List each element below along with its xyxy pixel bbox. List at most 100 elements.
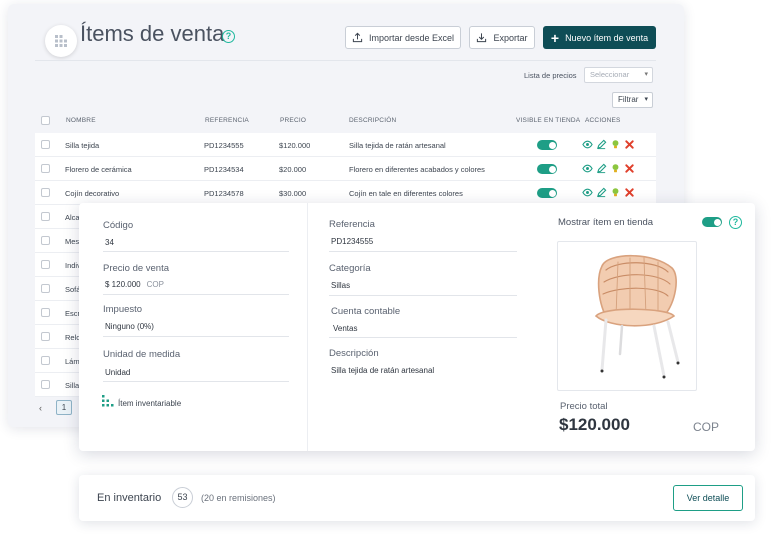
row-checkbox[interactable]	[41, 356, 50, 365]
cell-name: Florero de cerámica	[65, 165, 132, 174]
unit-value[interactable]: Unidad	[105, 368, 130, 377]
account-value[interactable]: Ventas	[333, 324, 357, 333]
column-divider	[307, 203, 308, 451]
account-label: Cuenta contable	[331, 306, 401, 317]
price-currency: COP	[146, 280, 164, 289]
inventory-bar: En inventario 53 (20 en remisiones) Ver …	[79, 475, 755, 521]
category-value[interactable]: Sillas	[331, 281, 350, 290]
row-actions	[582, 187, 635, 198]
filter-label: Filtrar	[618, 95, 639, 104]
field-underline	[103, 251, 289, 252]
visible-toggle[interactable]	[537, 140, 557, 150]
cell-name: Cojín decorativo	[65, 189, 120, 198]
price-list-label: Lista de precios	[524, 71, 577, 80]
cell-name: Alca	[65, 213, 80, 222]
show-in-store-toggle[interactable]	[702, 217, 722, 227]
edit-icon[interactable]	[596, 139, 607, 150]
visible-toggle[interactable]	[537, 164, 557, 174]
download-icon	[477, 33, 487, 43]
table-row[interactable]: Florero de cerámica PD1234534 $20.000 Flore…	[35, 157, 656, 181]
field-underline	[103, 294, 289, 295]
export-button[interactable]: Exportar	[469, 26, 535, 49]
cell-name: Silla tejida	[65, 141, 100, 150]
delete-icon[interactable]	[624, 139, 635, 150]
cell-description: Silla tejida de ratán artesanal	[349, 141, 446, 150]
cell-reference: PD1234534	[204, 165, 244, 174]
row-checkbox[interactable]	[41, 260, 50, 269]
product-image	[557, 241, 697, 391]
table-header: NOMBRE REFERENCIA PRECIO DESCRIPCIÓN VIS…	[35, 111, 656, 131]
cell-name: Silla	[65, 381, 80, 390]
new-item-label: Nuevo ítem de venta	[565, 32, 649, 43]
header-divider	[35, 60, 656, 61]
upload-icon	[352, 32, 363, 43]
import-excel-button[interactable]: Importar desde Excel	[345, 26, 461, 49]
tax-label: Impuesto	[103, 304, 143, 315]
help-icon[interactable]: ?	[729, 216, 742, 229]
inventory-remissions: (20 en remisiones)	[201, 493, 276, 503]
code-value[interactable]: 34	[105, 238, 114, 247]
cell-reference: PD1234555	[204, 141, 244, 150]
price-field[interactable]: $ 120.000 COP	[105, 280, 164, 289]
chevron-down-icon: ▾	[644, 96, 648, 103]
view-icon[interactable]	[582, 139, 593, 150]
cell-price: $120.000	[279, 141, 311, 150]
select-all-checkbox[interactable]	[41, 116, 50, 125]
page-number[interactable]: 1	[56, 400, 72, 415]
total-price-value: $120.000	[559, 415, 630, 434]
field-underline	[329, 295, 517, 296]
cell-price: $30.000	[279, 189, 307, 198]
reference-label: Referencia	[329, 219, 375, 230]
price-label: Precio de venta	[103, 263, 170, 274]
header-description: DESCRIPCIÓN	[349, 117, 397, 124]
filter-button[interactable]: Filtrar ▾	[612, 92, 653, 108]
row-checkbox[interactable]	[41, 188, 50, 197]
delete-icon[interactable]	[624, 163, 635, 174]
tax-value[interactable]: Ninguno (0%)	[105, 322, 154, 331]
field-underline	[329, 337, 517, 338]
inventory-label: En inventario	[97, 492, 162, 504]
row-checkbox[interactable]	[41, 284, 50, 293]
chevron-down-icon: ▾	[644, 71, 648, 78]
edit-icon[interactable]	[596, 163, 607, 174]
row-actions	[582, 139, 635, 150]
help-icon[interactable]: ?	[222, 30, 235, 43]
row-checkbox[interactable]	[41, 308, 50, 317]
price-list-select[interactable]: Seleccionar ▾	[584, 67, 653, 83]
cell-price: $20.000	[279, 165, 307, 174]
view-icon[interactable]	[582, 163, 593, 174]
chevron-left-icon[interactable]: ‹	[39, 403, 42, 413]
lightbulb-icon[interactable]	[610, 163, 621, 174]
total-price-currency: COP	[693, 420, 720, 434]
lightbulb-icon[interactable]	[610, 139, 621, 150]
inventory-dots-icon	[102, 395, 114, 407]
lightbulb-icon[interactable]	[610, 187, 621, 198]
header-actions: ACCIONES	[585, 117, 621, 124]
row-checkbox[interactable]	[41, 380, 50, 389]
inventory-count: 53	[172, 487, 193, 508]
code-label: Código	[103, 220, 134, 231]
row-checkbox[interactable]	[41, 164, 50, 173]
edit-icon[interactable]	[596, 187, 607, 198]
row-checkbox[interactable]	[41, 140, 50, 149]
row-checkbox[interactable]	[41, 332, 50, 341]
description-value[interactable]: Silla tejida de ratán artesanal	[331, 366, 434, 375]
plus-icon: +	[550, 29, 560, 46]
reference-value[interactable]: PD1234555	[331, 237, 373, 246]
view-icon[interactable]	[582, 187, 593, 198]
table-row[interactable]: Cojín decorativo PD1234578 $30.000 Cojín en…	[35, 181, 656, 205]
visible-toggle[interactable]	[537, 188, 557, 198]
row-checkbox[interactable]	[41, 236, 50, 245]
delete-icon[interactable]	[624, 187, 635, 198]
inventory-flag-label: Ítem inventariable	[118, 399, 182, 408]
header-price: PRECIO	[280, 117, 307, 124]
view-detail-button[interactable]: Ver detalle	[673, 485, 743, 511]
export-label: Exportar	[493, 32, 528, 43]
table-row[interactable]: Silla tejida PD1234555 $120.000 Silla tejid…	[35, 133, 656, 157]
cell-reference: PD1234578	[204, 189, 244, 198]
new-item-button[interactable]: + Nuevo ítem de venta	[543, 26, 656, 49]
cell-name: Mes	[65, 237, 80, 246]
cell-description: Cojín en tale en diferentes colores	[349, 189, 463, 198]
field-underline	[103, 336, 289, 337]
row-checkbox[interactable]	[41, 212, 50, 221]
